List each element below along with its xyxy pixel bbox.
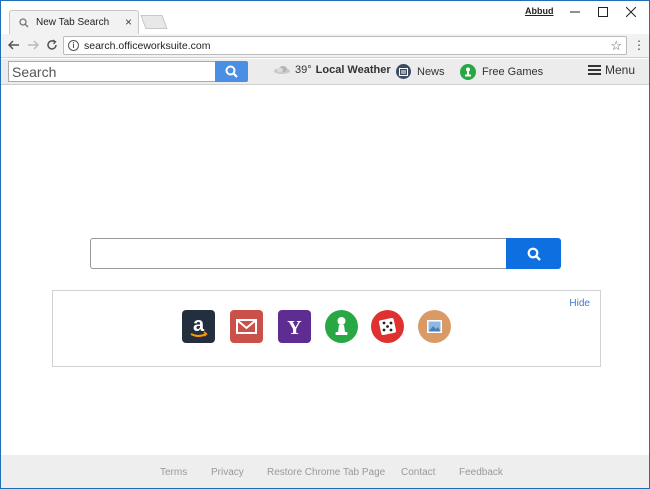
photo-icon xyxy=(418,310,451,343)
extension-toolbar: 39° Local Weather News Free Games Menu xyxy=(1,59,649,85)
news-label: News xyxy=(417,65,445,78)
footer-link-terms[interactable]: Terms xyxy=(160,467,187,478)
weather-button[interactable]: 39° Local Weather xyxy=(273,64,391,76)
toolbar-search-button[interactable] xyxy=(215,61,248,82)
weather-temp: 39° xyxy=(295,64,312,76)
amazon-icon: a xyxy=(182,310,215,343)
free-games-label: Free Games xyxy=(482,66,544,78)
quicklink-dice[interactable] xyxy=(371,310,404,343)
pawn-icon xyxy=(460,64,476,80)
maximize-icon[interactable] xyxy=(592,3,614,21)
browser-window: New Tab Search × Abbud i search.officewo… xyxy=(0,0,650,489)
main-search-button[interactable] xyxy=(506,238,561,269)
toolbar-search-input[interactable] xyxy=(8,61,216,82)
hamburger-icon xyxy=(588,65,601,75)
footer-link-restore[interactable]: Restore Chrome Tab Page xyxy=(267,467,385,478)
footer-link-privacy[interactable]: Privacy xyxy=(211,467,244,478)
url-text[interactable]: search.officeworksuite.com xyxy=(84,40,210,52)
svg-text:Y: Y xyxy=(287,317,302,339)
bookmark-star-icon[interactable]: ☆ xyxy=(610,38,622,54)
minimize-icon[interactable] xyxy=(564,3,586,21)
browser-menu-icon[interactable]: ⋮ xyxy=(633,38,645,52)
address-bar[interactable]: i search.officeworksuite.com ☆ xyxy=(63,36,627,55)
weather-cloud-icon xyxy=(273,65,291,75)
quicklinks-panel: Hide a Y xyxy=(52,290,601,367)
svg-text:a: a xyxy=(193,314,205,336)
quicklink-yahoo[interactable]: Y xyxy=(278,310,311,343)
search-icon xyxy=(527,247,541,261)
main-search-input[interactable] xyxy=(90,238,506,269)
news-icon xyxy=(396,64,411,79)
free-games-button[interactable]: Free Games xyxy=(460,64,543,80)
yahoo-icon: Y xyxy=(278,310,311,343)
reload-icon[interactable] xyxy=(44,37,60,53)
close-window-icon[interactable] xyxy=(620,3,642,21)
footer-link-contact[interactable]: Contact xyxy=(401,467,435,478)
address-bar-row: i search.officeworksuite.com ☆ ⋮ xyxy=(1,34,649,58)
pawn-icon xyxy=(325,310,358,343)
dice-icon xyxy=(371,310,404,343)
info-icon[interactable]: i xyxy=(68,40,79,51)
search-icon xyxy=(18,17,30,29)
browser-tab[interactable]: New Tab Search × xyxy=(9,10,139,34)
tab-title: New Tab Search xyxy=(36,17,110,28)
quicklink-gmail[interactable] xyxy=(230,310,263,343)
hide-link[interactable]: Hide xyxy=(569,298,590,309)
mail-icon xyxy=(230,310,263,343)
menu-label: Menu xyxy=(605,63,636,77)
footer-link-feedback[interactable]: Feedback xyxy=(459,467,503,478)
quicklink-games[interactable] xyxy=(325,310,358,343)
menu-button[interactable]: Menu xyxy=(588,63,635,77)
title-bar: New Tab Search × Abbud xyxy=(1,1,649,34)
weather-label: Local Weather xyxy=(315,64,391,76)
quicklink-photos[interactable] xyxy=(418,310,451,343)
forward-arrow-icon[interactable] xyxy=(25,37,41,53)
tab-close-icon[interactable]: × xyxy=(125,15,132,29)
quicklink-amazon[interactable]: a xyxy=(182,310,215,343)
profile-name[interactable]: Abbud xyxy=(525,6,554,16)
search-icon xyxy=(225,65,238,78)
back-arrow-icon[interactable] xyxy=(6,37,22,53)
footer: Terms Privacy Restore Chrome Tab Page Co… xyxy=(1,455,649,488)
news-button[interactable]: News xyxy=(396,64,445,79)
new-tab-button[interactable] xyxy=(140,15,168,29)
